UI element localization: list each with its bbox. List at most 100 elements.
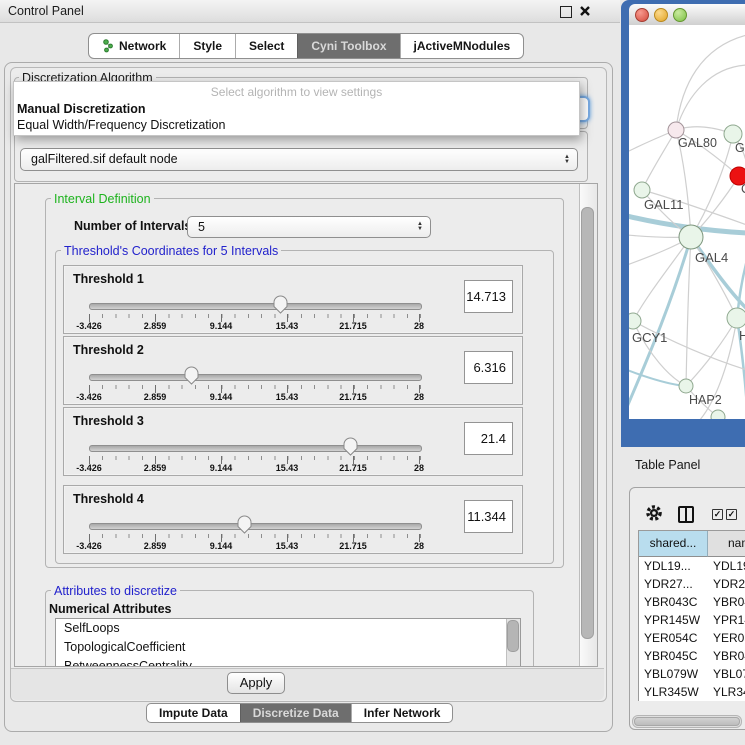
network-node-gal4[interactable] [679,225,703,249]
dropdown-item-equal-width-frequency-discretization[interactable]: Equal Width/Frequency Discretization [14,117,579,133]
tab-discretize-data[interactable]: Discretize Data [240,704,351,722]
algorithm-dropdown-popup: Select algorithm to view settings Manual… [13,81,580,136]
tab-label: Network [119,34,166,58]
slider-track[interactable] [89,374,422,381]
threshold-value-input[interactable]: 21.4 [464,422,513,455]
tab-jactivemnodules[interactable]: jActiveMNodules [400,34,524,58]
column-header-name[interactable]: name [708,531,745,557]
num-intervals-value: 5 [198,220,205,234]
cell-name: YPR145W [713,611,745,629]
network-edge[interactable] [633,321,745,370]
threshold-label: Threshold 4 [73,492,144,506]
combo-arrows-icon: ▲▼ [564,155,570,165]
table-horizontal-scrollbar[interactable] [632,715,742,728]
table-row[interactable]: YLR345WYLR345W [639,683,745,701]
scrollbar-thumb[interactable] [581,207,594,639]
threshold-panel-1: Threshold 1-3.4262.8599.14415.4321.71528… [63,265,523,334]
network-node[interactable] [711,410,725,419]
attribute-item-topologicalcoefficient[interactable]: TopologicalCoefficient [56,638,520,657]
network-edge[interactable] [633,237,691,321]
dropdown-item-manual-discretization[interactable]: Manual Discretization [14,101,579,117]
table-row[interactable]: YPR145WYPR145W [639,611,745,629]
cell-shared-name: YBR043C [644,593,706,611]
zoom-traffic-light-icon[interactable] [673,8,687,22]
cell-name: YBL079W [713,665,745,683]
network-window-titlebar [629,4,745,25]
float-window-icon[interactable] [560,6,572,18]
checkbox-icon[interactable]: ✓ [726,509,737,520]
split-columns-icon[interactable] [678,506,694,523]
table-row[interactable]: YBL079WYBL079W [639,665,745,683]
cell-shared-name: YDL19... [644,557,706,575]
cell-shared-name: YDR27... [644,575,706,593]
network-node-label: GCY1 [632,330,667,345]
network-node-label: C [741,182,745,196]
network-node-gcy1[interactable] [629,313,641,329]
apply-button[interactable]: Apply [227,672,285,694]
tab-label: jActiveMNodules [414,34,511,58]
close-icon[interactable] [579,5,591,17]
slider-knob[interactable] [273,295,288,314]
table-panel-title: Table Panel [635,458,700,472]
slider-knob[interactable] [184,366,199,385]
tab-style[interactable]: Style [179,34,235,58]
tab-cyni-toolbox[interactable]: Cyni Toolbox [297,34,399,58]
control-panel-titlebar: Control Panel [0,0,620,23]
table-row[interactable]: YER054CYER054C [639,629,745,647]
slider-ticks [89,385,421,389]
network-node-gal11[interactable] [634,182,650,198]
dropdown-hint: Select algorithm to view settings [14,82,579,101]
network-canvas[interactable]: GAL80GACGAL11GAL4GCY1HHAP2 [629,25,745,419]
tab-infer-network[interactable]: Infer Network [351,704,453,722]
table-data-value: galFiltered.sif default node [31,152,178,166]
network-edge[interactable] [676,65,745,130]
network-edge[interactable] [691,237,745,309]
network-node-hap2[interactable] [679,379,693,393]
node-table: shared... name YDL19...YDL19...YDR27...Y… [638,530,745,701]
table-row[interactable]: YBR045CYBR045C [639,647,745,665]
network-edge[interactable] [686,237,691,386]
attribute-item-selfloops[interactable]: SelfLoops [56,619,520,638]
tab-impute-data[interactable]: Impute Data [147,704,240,722]
attributes-list[interactable]: SelfLoopsTopologicalCoefficientBetweenne… [55,618,521,667]
num-intervals-label: Number of Intervals [74,219,191,233]
attributes-group-title: Attributes to discretize [51,584,180,598]
table-row[interactable]: YBR043CYBR043C [639,593,745,611]
network-icon [102,39,114,53]
slider-track[interactable] [89,523,422,530]
threshold-panel-2: Threshold 2-3.4262.8599.14415.4321.71528… [63,336,523,405]
table-data-combobox[interactable]: galFiltered.sif default node ▲▼ [20,148,578,171]
panel-title: Control Panel [8,0,84,22]
slider-track[interactable] [89,303,422,310]
slider-knob[interactable] [237,515,252,534]
column-header-shared-name[interactable]: shared... [639,531,708,557]
slider-knob[interactable] [343,437,358,456]
attribute-item-betweennesscentrality[interactable]: BetweennessCentrality [56,657,520,667]
threshold-value-input[interactable]: 11.344 [464,500,513,533]
tab-label: Infer Network [364,704,441,722]
checkbox-icon[interactable]: ✓ [712,509,723,520]
slider-ticks [89,456,421,460]
attributes-list-scrollbar[interactable] [506,619,520,667]
network-view-window: GAL80GACGAL11GAL4GCY1HHAP2 [621,0,745,447]
threshold-value-input[interactable]: 14.713 [464,280,513,313]
settings-vertical-scrollbar[interactable] [579,184,597,666]
tab-network[interactable]: Network [89,34,179,58]
cell-shared-name: YLR345W [644,683,706,701]
cell-name: YDR27... [713,575,745,593]
network-edge[interactable] [676,35,745,130]
network-node-h[interactable] [727,308,745,328]
network-edge[interactable] [642,130,676,190]
table-row[interactable]: YDL19...YDL19... [639,557,745,575]
tab-label: Impute Data [159,704,228,722]
close-traffic-light-icon[interactable] [635,8,649,22]
gear-icon[interactable] [645,504,663,525]
slider-track[interactable] [89,445,422,452]
table-row[interactable]: YDR27... YDR27... [639,575,745,593]
num-intervals-spinner[interactable]: 5 ▲▼ [187,216,431,238]
minimize-traffic-light-icon[interactable] [654,8,668,22]
tab-select[interactable]: Select [235,34,297,58]
threshold-value-input[interactable]: 6.316 [464,351,513,384]
slider-ticks [89,314,421,318]
cell-shared-name: YBR045C [644,647,706,665]
